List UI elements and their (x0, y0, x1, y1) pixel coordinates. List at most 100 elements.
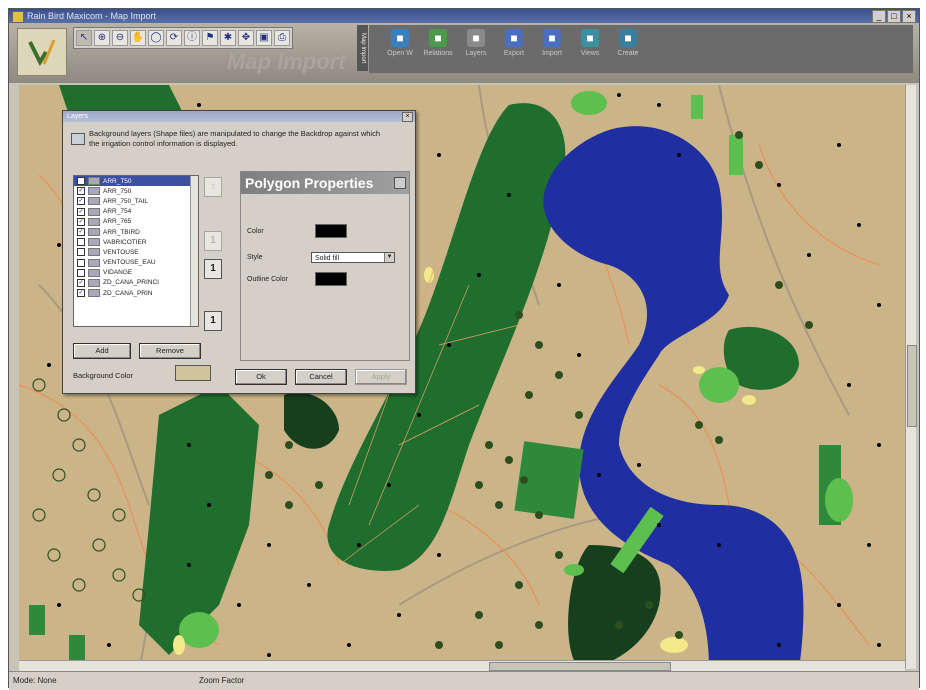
style-select-value: Solid fill (315, 255, 340, 262)
layer-checkbox[interactable]: ✓ (77, 217, 85, 226)
move-up-button[interactable]: ↑ (204, 177, 222, 197)
zoom-in-icon[interactable]: ⊕ (94, 30, 110, 46)
layer-checkbox[interactable]: ✓ (77, 187, 85, 196)
close-button[interactable]: × (902, 10, 916, 23)
layer-name: ZD_CANA_PRINCI (103, 279, 159, 287)
layer-row[interactable]: ✓ ARR_754 (74, 207, 198, 217)
zoom-out-icon[interactable]: ⊖ (112, 30, 128, 46)
layer-checkbox[interactable]: ✓ (77, 228, 85, 237)
layer-row[interactable]: ✓ ARR_T50 (74, 176, 198, 187)
layer-name: ARR_765 (103, 218, 132, 226)
move-icon[interactable]: ✥ (238, 30, 254, 46)
layer-row[interactable]: VIDANGE (74, 268, 198, 278)
open-icon: ■ (391, 29, 409, 47)
mode-button-label: Create (617, 50, 639, 57)
order-button-3[interactable]: 1 (204, 311, 222, 331)
layer-checkbox[interactable]: ✓ (77, 207, 85, 216)
layer-icon (88, 289, 100, 298)
mode-button-label: Relations (423, 50, 453, 57)
print-icon[interactable]: ⎙ (274, 30, 290, 46)
layer-row[interactable]: VENTOUSE (74, 247, 198, 257)
layer-name: VENTOUSE_EAU (103, 259, 156, 267)
mode-button-import[interactable]: ■ Import (537, 25, 567, 57)
layer-name: VIDANGE (103, 269, 133, 277)
layer-icon (88, 177, 100, 186)
layer-checkbox[interactable]: ✓ (77, 177, 85, 186)
map-import-tab[interactable]: Map Import (357, 25, 368, 71)
snap-icon[interactable]: ✱ (220, 30, 236, 46)
layer-name: VABRICOTIER (103, 238, 147, 246)
dialog-close-icon[interactable]: × (402, 112, 413, 122)
layer-icon (88, 268, 100, 277)
minimize-button[interactable]: _ (872, 10, 886, 23)
horizontal-scroll-thumb[interactable] (489, 662, 671, 671)
layer-row[interactable]: ✓ ARR_750_TAIL (74, 196, 198, 206)
layer-icon (88, 238, 100, 247)
ok-button[interactable]: Ok (235, 369, 287, 385)
layer-checkbox[interactable]: ✓ (77, 289, 85, 298)
layer-row[interactable]: ✓ ARR_TBIRD (74, 227, 198, 237)
layer-checkbox[interactable]: ✓ (77, 278, 85, 287)
mode-button-views[interactable]: ■ Views (575, 25, 605, 57)
fill-color-swatch[interactable] (315, 224, 347, 238)
outline-color-swatch[interactable] (315, 272, 347, 286)
pointer-icon[interactable]: ↖ (76, 30, 92, 46)
mode-button-open-w[interactable]: ■ Open W (385, 25, 415, 57)
status-mode: Mode: None (13, 676, 57, 685)
export-icon: ■ (505, 29, 523, 47)
order-button-2[interactable]: 1 (204, 259, 222, 279)
layer-list[interactable]: ✓ ARR_T50 ✓ ARR_750 ✓ ARR_750_TAIL ✓ ARR_754 ✓ AR… (73, 175, 199, 327)
layer-row[interactable]: ✓ ZD_CANA_PRINCI (74, 278, 198, 288)
layer-checkbox[interactable] (77, 258, 85, 267)
layer-row[interactable]: ✓ ARR_765 (74, 217, 198, 227)
color-label: Color (247, 228, 264, 235)
refresh-icon[interactable]: ⟳ (166, 30, 182, 46)
layer-icon (88, 258, 100, 267)
status-bar: Mode: None Zoom Factor (9, 671, 919, 690)
layer-row[interactable]: ✓ ZD_CANA_PRIN (74, 288, 198, 298)
import-icon: ■ (543, 29, 561, 47)
layer-checkbox[interactable] (77, 268, 85, 277)
mode-button-layers[interactable]: ■ Layers (461, 25, 491, 57)
layer-checkbox[interactable] (77, 238, 85, 247)
vertical-scroll-thumb[interactable] (907, 345, 917, 427)
layer-icon (88, 228, 100, 237)
mode-button-export[interactable]: ■ Export (499, 25, 529, 57)
mode-button-create[interactable]: ■ Create (613, 25, 643, 57)
horizontal-scrollbar[interactable] (19, 660, 905, 671)
layer-row[interactable]: ✓ ARR_750 (74, 186, 198, 196)
layer-checkbox[interactable]: ✓ (77, 197, 85, 206)
polygon-properties-panel: Polygon Properties Color Style Solid fil… (240, 171, 410, 361)
style-select[interactable]: Solid fill ▼ (311, 252, 395, 263)
layer-name: ARR_750 (103, 187, 132, 195)
layer-icon (88, 248, 100, 257)
layer-row[interactable]: VENTOUSE_EAU (74, 258, 198, 268)
layer-icon (88, 197, 100, 206)
pan-icon[interactable]: ✋ (130, 30, 146, 46)
vertical-scrollbar[interactable] (905, 85, 917, 669)
background-color-swatch[interactable] (175, 365, 211, 381)
layers-icon (71, 133, 85, 145)
dialog-info-text: Background layers (Shape files) are mani… (89, 129, 381, 148)
window-title: Rain Bird Maxicom - Map Import (27, 11, 157, 21)
maximize-button[interactable]: □ (887, 10, 901, 23)
chevron-down-icon[interactable]: ▼ (384, 253, 394, 262)
info-icon[interactable]: ⓘ (184, 30, 200, 46)
flag-icon[interactable]: ⚑ (202, 30, 218, 46)
apply-button[interactable]: Apply (355, 369, 407, 385)
rotate-icon[interactable]: ◯ (148, 30, 164, 46)
cancel-button[interactable]: Cancel (295, 369, 347, 385)
layer-checkbox[interactable] (77, 248, 85, 257)
layer-row[interactable]: VABRICOTIER (74, 237, 198, 247)
mode-button-relations[interactable]: ■ Relations (423, 25, 453, 57)
add-button[interactable]: Add (73, 343, 131, 359)
order-button-1[interactable]: 1 (204, 231, 222, 251)
layer-icon (88, 278, 100, 287)
select-icon[interactable]: ▣ (256, 30, 272, 46)
collapse-icon[interactable] (394, 177, 406, 189)
layer-list-scrollbar[interactable] (190, 176, 198, 326)
mode-button-label: Export (503, 50, 525, 57)
remove-button[interactable]: Remove (139, 343, 201, 359)
logo-icon (17, 28, 67, 76)
layer-name: VENTOUSE (103, 248, 139, 256)
